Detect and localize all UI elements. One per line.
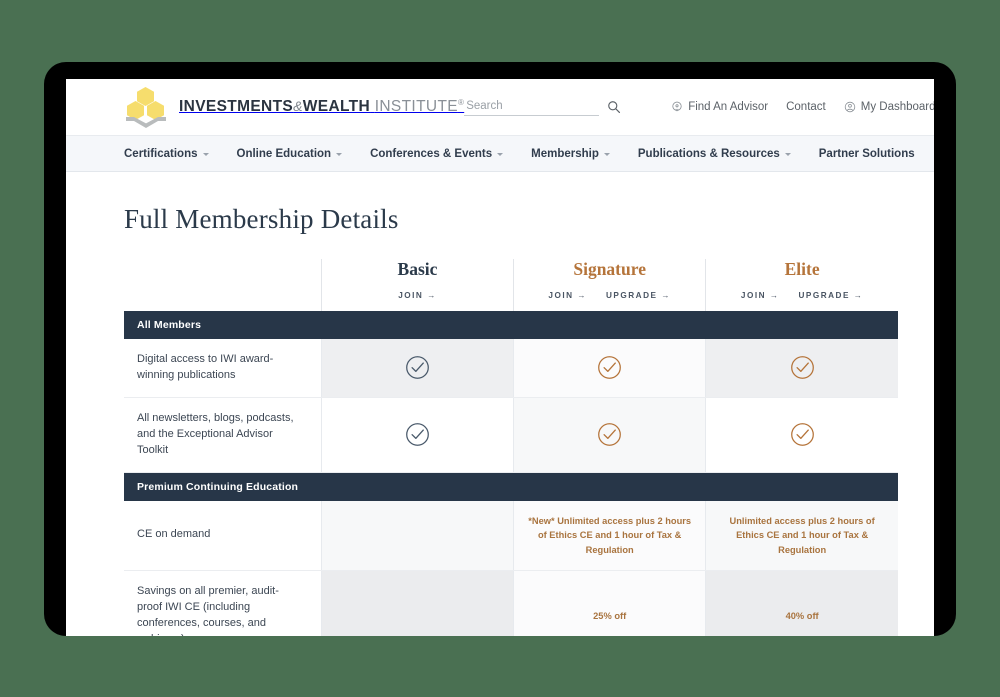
- nav-item-membership[interactable]: Membership: [531, 148, 610, 160]
- tier-value-cell: [320, 570, 514, 636]
- location-pin-icon: [672, 101, 682, 112]
- header-link-find-an-advisor[interactable]: Find An Advisor: [671, 101, 768, 113]
- chevron-down-icon: [497, 152, 504, 156]
- join-link-signature[interactable]: JOIN →: [548, 291, 587, 300]
- tier-column-header-basic: Basic JOIN →: [320, 259, 514, 311]
- table-section-header-row: All Members: [124, 311, 898, 339]
- nav-item-label: Membership: [531, 147, 599, 160]
- header-utility-area: Find An Advisor Contact My Dashboard: [464, 98, 934, 116]
- nav-item-label: Conferences & Events: [370, 147, 493, 160]
- site-header: INVESTMENTS&WEALTH INSTITUTE® Search Fin…: [66, 79, 934, 135]
- tier-name: Basic: [397, 259, 438, 279]
- tier-action-links: JOIN → UPGRADE →: [514, 291, 705, 300]
- checkmark-circle-icon: [790, 423, 814, 447]
- tier-action-links: JOIN →: [322, 291, 513, 300]
- join-link-basic[interactable]: JOIN →: [398, 291, 437, 300]
- tier-value-cell: [705, 397, 898, 473]
- nav-item-label: Partner Solutions: [818, 147, 915, 160]
- tier-value-cell: [513, 339, 706, 398]
- tier-value-text: *New* Unlimited access plus 2 hours of E…: [528, 515, 692, 555]
- membership-comparison-table: Basic JOIN → Signature JOIN → UPGRADE → Elite…: [124, 259, 898, 636]
- tier-value-cell: [513, 397, 706, 473]
- tier-value-cell: [320, 397, 514, 473]
- feature-label: CE on demand: [124, 500, 322, 571]
- upgrade-link-elite[interactable]: UPGRADE →: [798, 291, 863, 300]
- main-navigation: Certifications Online Education Conferen…: [66, 135, 934, 172]
- tier-value-cell: Unlimited access plus 2 hours of Ethics …: [705, 500, 898, 571]
- join-link-elite[interactable]: JOIN →: [741, 291, 780, 300]
- checkmark-circle-icon: [598, 356, 622, 380]
- nav-item-online-education[interactable]: Online Education: [237, 148, 343, 160]
- tier-value-cell: [320, 339, 514, 398]
- tier-value-cell: [320, 500, 514, 571]
- table-row: Savings on all premier, audit-proof IWI …: [124, 570, 898, 636]
- header-link-contact[interactable]: Contact: [786, 101, 826, 113]
- tier-name: Elite: [784, 259, 820, 279]
- table-row: Digital access to IWI award-winning publ…: [124, 339, 898, 398]
- tier-value-text: 25% off: [593, 610, 627, 621]
- table-section-title: All Members: [124, 311, 898, 339]
- search-input[interactable]: [464, 98, 600, 116]
- table-section-title: Premium Continuing Education: [124, 472, 898, 501]
- header-link-label: My Dashboard: [860, 101, 934, 113]
- tier-column-header-elite: Elite JOIN → UPGRADE →: [705, 259, 898, 311]
- nav-item-label: Certifications: [124, 147, 198, 160]
- upgrade-link-signature[interactable]: UPGRADE →: [606, 291, 671, 300]
- header-link-label: Contact: [786, 101, 826, 113]
- tier-value-text: Unlimited access plus 2 hours of Ethics …: [729, 515, 875, 555]
- table-corner-cell: [124, 259, 322, 311]
- nav-item-partner-solutions[interactable]: Partner Solutions: [819, 148, 915, 160]
- chevron-down-icon: [336, 152, 343, 156]
- feature-label: All newsletters, blogs, podcasts, and th…: [124, 397, 322, 473]
- page-body: Full Membership Details Basic JOIN → Signa…: [66, 204, 934, 636]
- tier-value-cell: *New* Unlimited access plus 2 hours of E…: [513, 500, 706, 571]
- header-link-my-dashboard[interactable]: My Dashboard: [844, 101, 934, 113]
- brand-word-investments: INVESTMENTS: [179, 98, 294, 116]
- search-box: [464, 98, 623, 116]
- nav-item-certifications[interactable]: Certifications: [124, 148, 209, 160]
- table-body: All Members Digital access to IWI award-w…: [124, 311, 898, 636]
- chevron-down-icon: [603, 152, 610, 156]
- tier-header-row: Basic JOIN → Signature JOIN → UPGRADE → Elite…: [124, 259, 898, 311]
- table-row: All newsletters, blogs, podcasts, and th…: [124, 397, 898, 473]
- header-link-label: Find An Advisor: [688, 101, 769, 113]
- checkmark-circle-icon: [406, 356, 429, 380]
- feature-label: Savings on all premier, audit-proof IWI …: [124, 570, 322, 636]
- brand-word-institute: INSTITUTE: [374, 98, 458, 116]
- nav-item-label: Online Education: [236, 147, 332, 160]
- tier-value-text: 40% off: [785, 610, 819, 621]
- nav-item-conferences-and-events[interactable]: Conferences & Events: [370, 147, 504, 160]
- device-frame: INVESTMENTS&WEALTH INSTITUTE® Search Fin…: [44, 62, 956, 636]
- brand-wordmark: INVESTMENTS&WEALTH INSTITUTE®: [179, 99, 464, 115]
- table-header: Basic JOIN → Signature JOIN → UPGRADE → Elite…: [124, 259, 898, 311]
- chevron-down-icon: [784, 152, 791, 156]
- search-icon: [608, 101, 621, 114]
- checkmark-circle-icon: [406, 423, 429, 447]
- checkmark-circle-icon: [598, 423, 622, 447]
- nav-item-label: Publications & Resources: [637, 147, 780, 160]
- tier-action-links: JOIN → UPGRADE →: [706, 291, 898, 300]
- user-circle-icon: [844, 101, 855, 113]
- brand-word-wealth: WEALTH: [302, 98, 371, 116]
- tier-value-cell: 25% off: [513, 570, 706, 636]
- tier-value-cell: [705, 339, 898, 398]
- browser-viewport: INVESTMENTS&WEALTH INSTITUTE® Search Fin…: [66, 79, 934, 636]
- chevron-down-icon: [202, 152, 209, 156]
- nav-item-publications-and-resources[interactable]: Publications & Resources: [638, 148, 791, 160]
- page-title: Full Membership Details: [124, 204, 399, 234]
- brand-ampersand: &: [293, 98, 303, 115]
- tier-name: Signature: [573, 259, 646, 279]
- tier-value-cell: 40% off: [705, 570, 898, 636]
- tier-column-header-signature: Signature JOIN → UPGRADE →: [513, 259, 706, 311]
- search-submit-button[interactable]: [605, 100, 623, 114]
- table-row: CE on demand *New* Unlimited access plus …: [124, 500, 898, 571]
- feature-label: Digital access to IWI award-winning publ…: [124, 339, 322, 398]
- checkmark-circle-icon: [790, 356, 814, 380]
- table-section-header-row: Premium Continuing Education: [124, 472, 898, 501]
- brand-logo[interactable]: INVESTMENTS&WEALTH INSTITUTE®: [124, 87, 464, 128]
- hexagon-cluster-logo-icon: [124, 87, 168, 128]
